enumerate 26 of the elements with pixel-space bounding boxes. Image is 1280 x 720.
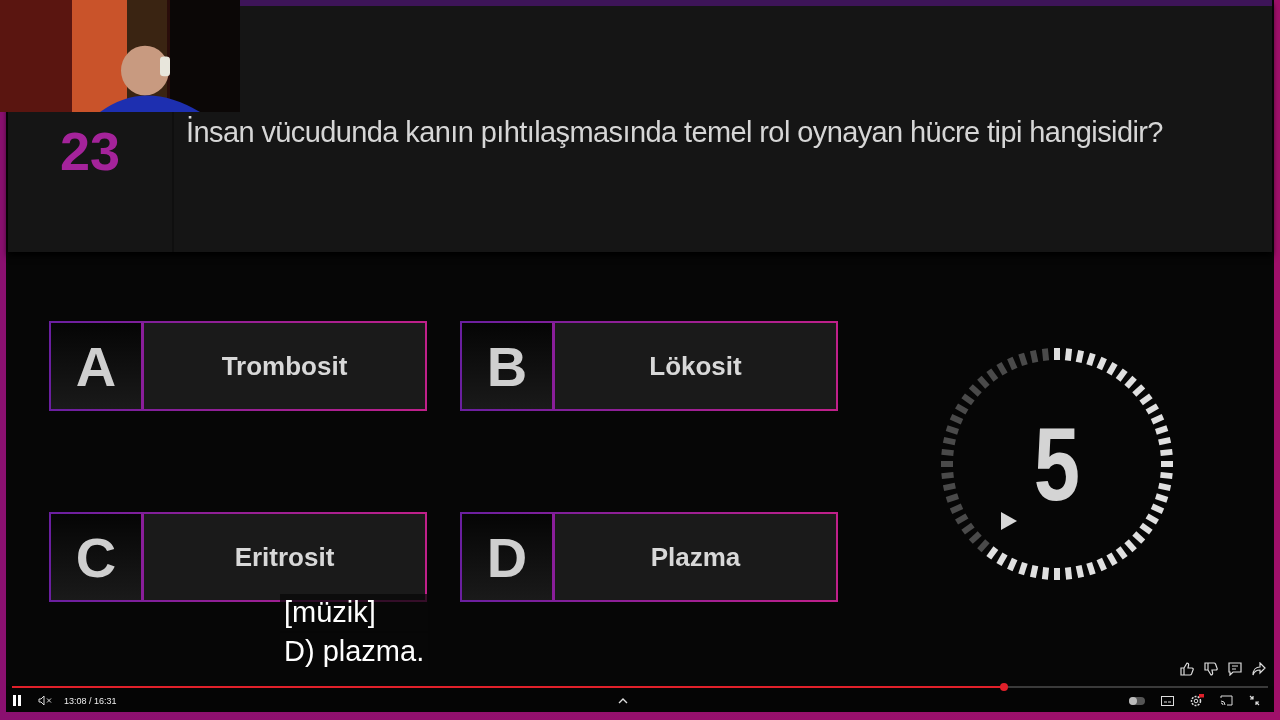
play-icon[interactable]	[1001, 512, 1017, 530]
chevron-up-icon[interactable]	[617, 697, 628, 704]
option-letter: B	[486, 333, 528, 399]
thumbs-up-icon[interactable]	[1180, 662, 1194, 676]
mute-icon[interactable]	[38, 695, 52, 706]
time-display: 13:08 / 16:31	[64, 695, 117, 706]
question-text: İnsan vücudunda kanın pıhtılaşmasında temel rol oynayan hücre tipi hangisidir?	[186, 116, 1163, 148]
exit-fullscreen-icon[interactable]	[1249, 695, 1260, 706]
comment-icon[interactable]	[1228, 662, 1242, 676]
pause-icon[interactable]	[12, 695, 22, 706]
option-letter: C	[75, 524, 117, 590]
option-letter: D	[486, 524, 528, 590]
subtitles-icon[interactable]	[1161, 695, 1174, 706]
countdown-number: 5	[1033, 412, 1081, 516]
autoplay-toggle[interactable]	[1129, 696, 1145, 705]
progress-handle[interactable]	[1000, 683, 1009, 691]
cast-icon[interactable]	[1220, 695, 1233, 706]
option-text: Plazma	[650, 541, 741, 573]
option-text: Eritrosit	[234, 541, 335, 573]
thumbs-down-icon[interactable]	[1204, 662, 1218, 676]
option-text: Lökosit	[649, 350, 742, 382]
option-text: Trombosit	[221, 350, 348, 382]
share-icon[interactable]	[1252, 662, 1266, 676]
question-number: 23	[59, 124, 121, 182]
option-letter: A	[75, 333, 117, 399]
settings-icon[interactable]	[1190, 694, 1204, 707]
